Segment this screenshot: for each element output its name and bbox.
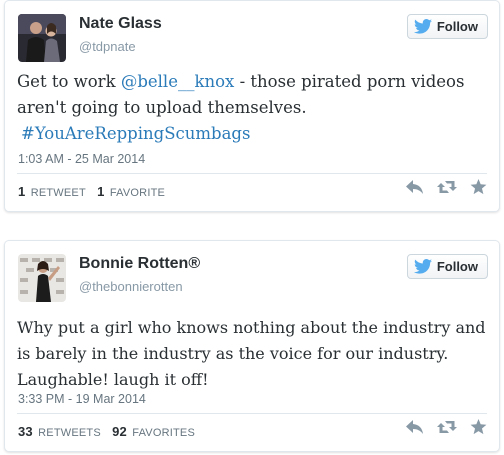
favorite-count: 92 [112,424,127,439]
divider [17,413,487,414]
retweet-count: 1 [18,184,26,199]
retweet-label: RETWEETS [38,427,101,439]
retweet-label: RETWEET [30,187,86,199]
retweet-count: 33 [18,424,33,439]
user-name[interactable]: Bonnie Rotten® [79,255,200,273]
hashtag-link[interactable]: #YouAreReppingScumbags [21,124,250,143]
user-name[interactable]: Nate Glass [79,15,162,33]
user-handle[interactable]: @thebonnierotten [79,279,183,294]
tweet-card: Bonnie Rotten® @thebonnierotten Follow W… [4,240,500,452]
favorite-stat[interactable]: 92 FAVORITES [112,424,195,439]
follow-label: Follow [436,19,478,34]
tweet-text: Why put a girl who knows nothing about t… [17,318,486,389]
tweet-text-before: Get to work [17,72,121,91]
favorite-stat[interactable]: 1 FAVORITE [97,184,166,199]
favorite-star-icon[interactable] [470,179,487,200]
user-handle[interactable]: @tdpnate [79,39,136,54]
divider [17,173,487,174]
follow-button[interactable]: Follow [406,254,488,279]
tweet-card: Nate Glass @tdpnate Follow Get to work @… [4,0,500,212]
favorite-star-icon[interactable] [470,419,487,440]
retweet-stat[interactable]: 33 RETWEETS [18,424,101,439]
reply-icon[interactable] [406,179,424,200]
favorite-count: 1 [97,184,105,199]
tweet-timestamp[interactable]: 3:33 PM - 19 Mar 2014 [18,392,146,406]
twitter-bird-icon [413,259,432,274]
reply-icon[interactable] [406,419,424,440]
twitter-bird-icon [413,19,432,34]
tweet-stats: 1 RETWEET 1 FAVORITE [18,184,173,199]
follow-label: Follow [436,259,478,274]
retweet-icon[interactable] [437,179,457,200]
retweet-stat[interactable]: 1 RETWEET [18,184,86,199]
tweet-stats: 33 RETWEETS 92 FAVORITES [18,424,203,439]
avatar[interactable] [18,254,66,302]
retweet-icon[interactable] [437,419,457,440]
favorite-label: FAVORITE [109,187,166,199]
avatar-image [18,254,66,302]
avatar[interactable] [18,14,66,62]
favorite-label: FAVORITES [132,427,195,439]
tweet-actions [406,179,487,200]
mention-link[interactable]: @belle__knox [121,72,235,91]
follow-button[interactable]: Follow [406,14,488,39]
tweet-actions [406,419,487,440]
tweet-text: Get to work @belle__knox - those pirated… [17,69,487,147]
avatar-image [18,14,66,62]
tweet-timestamp[interactable]: 1:03 AM - 25 Mar 2014 [18,152,145,166]
